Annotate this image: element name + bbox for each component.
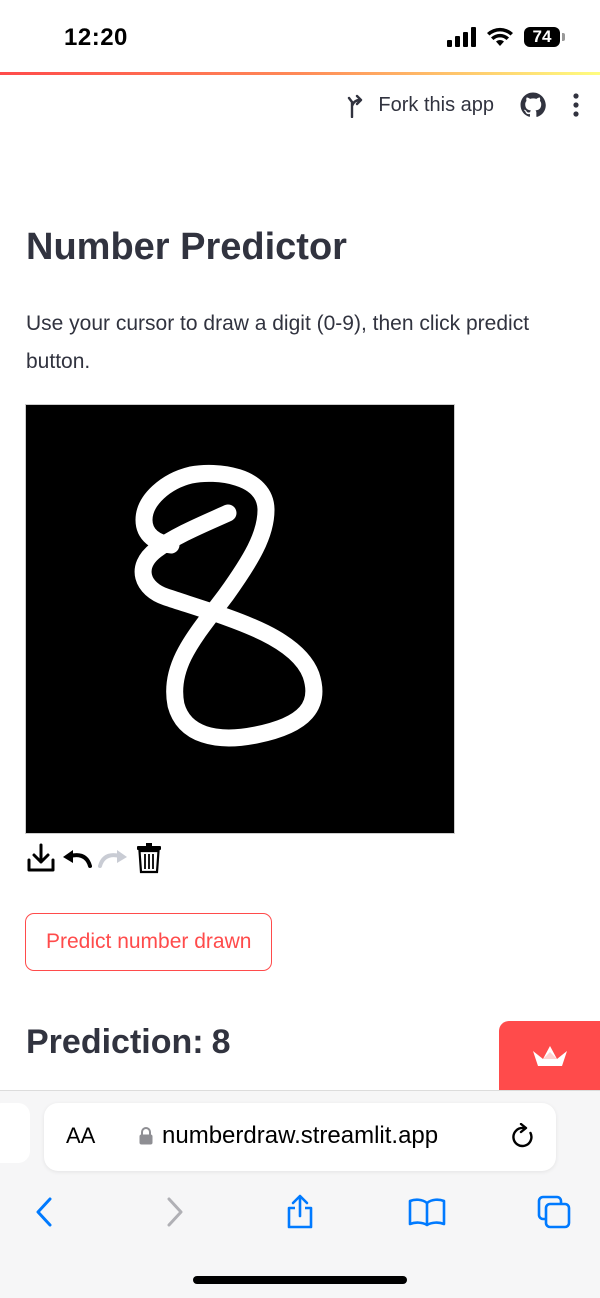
fork-app-button[interactable]: Fork this app — [346, 92, 494, 118]
fork-icon — [348, 94, 363, 118]
url-text: numberdraw.streamlit.app — [162, 1122, 439, 1149]
text-size-button[interactable]: AA — [66, 1123, 95, 1149]
canvas-toolbar — [24, 840, 166, 876]
streamlit-badge[interactable] — [499, 1021, 600, 1091]
prediction-heading: Prediction: 8 — [26, 1023, 231, 1062]
drawing-canvas[interactable] — [25, 404, 455, 834]
github-icon[interactable] — [520, 92, 546, 118]
predict-button[interactable]: Predict number drawn — [25, 913, 273, 971]
undo-icon[interactable] — [60, 840, 94, 876]
more-options-icon[interactable] — [572, 92, 580, 118]
battery-icon: 74 — [524, 27, 565, 47]
address-bar[interactable]: AA numberdraw.streamlit.app — [44, 1103, 556, 1171]
page-title: Number Predictor — [26, 226, 347, 268]
drawn-digit-stroke — [134, 464, 323, 747]
status-icons: 74 — [447, 26, 565, 48]
back-icon[interactable] — [20, 1192, 68, 1232]
share-icon[interactable] — [276, 1192, 324, 1232]
prediction-value: 8 — [211, 1023, 231, 1061]
wifi-icon — [487, 27, 513, 46]
download-icon[interactable] — [24, 840, 58, 876]
reload-icon[interactable] — [510, 1122, 536, 1156]
fork-app-label: Fork this app — [378, 93, 494, 116]
decoration-line — [0, 72, 600, 75]
page-description: Use your cursor to draw a digit (0-9), t… — [26, 312, 530, 373]
bookmarks-icon[interactable] — [403, 1192, 451, 1232]
redo-icon[interactable] — [96, 840, 130, 876]
app-toolbar: Fork this app — [346, 92, 580, 118]
status-bar: 12:20 74 — [0, 0, 600, 72]
trash-icon[interactable] — [132, 840, 166, 876]
home-indicator — [193, 1276, 407, 1284]
url-display[interactable]: numberdraw.streamlit.app — [138, 1122, 438, 1150]
streamlit-crown-icon — [532, 1046, 567, 1066]
adjacent-tab-preview[interactable] — [0, 1103, 30, 1163]
prediction-label: Prediction: — [26, 1023, 204, 1061]
tabs-icon[interactable] — [530, 1192, 578, 1232]
status-time: 12:20 — [64, 24, 128, 51]
forward-icon[interactable] — [151, 1192, 199, 1232]
cellular-signal-icon — [447, 27, 476, 47]
lock-icon — [139, 1127, 153, 1145]
